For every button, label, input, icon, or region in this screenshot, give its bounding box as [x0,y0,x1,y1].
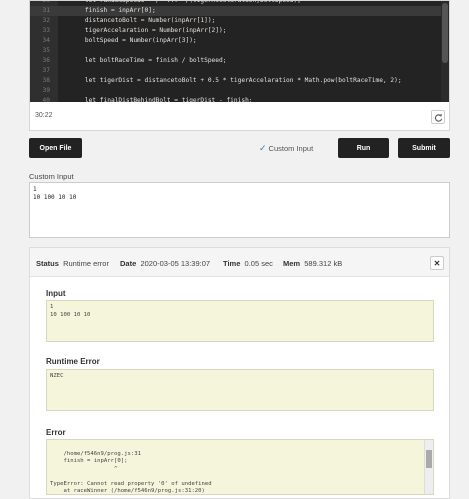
line-number: 39 [42,87,50,94]
custom-input-label: Custom Input [29,172,74,181]
code-text: finish = inpArr[0]; [70,7,156,14]
line-number: 38 [42,77,50,84]
input-output-box: 1 10 100 10 10 [46,300,434,342]
code-text: boltSpeed = Number(inpArr[3]); [70,37,197,44]
date-label: Date [120,259,137,268]
date-value: 2020-03-05 13:39:07 [140,259,211,268]
line-number: 37 [42,67,50,74]
custom-input-toggle-label: Custom Input [268,143,314,153]
code-text: let tigerDist = distancetoBolt + 0.5 * t… [70,77,402,84]
line-number: 33 [42,27,50,34]
code-editor-panel: 30 let randomSpeeds = /* ... */(tigerAcc… [29,0,450,131]
date-meta: Date 2020-03-05 13:39:07 [120,259,210,268]
line-number: 34 [42,37,50,44]
close-icon: ✕ [433,258,441,268]
code-line[interactable]: 33 tigerAccelaration = Number(inpArr[2])… [30,26,449,36]
code-line[interactable]: 37 [30,66,449,76]
status-meta: Status Runtime error [36,259,109,268]
code-line[interactable]: 32 distancetoBolt = Number(inpArr[1]); [30,16,449,26]
error-title: Error [46,428,66,437]
code-line[interactable]: 34 boltSpeed = Number(inpArr[3]); [30,36,449,46]
mem-label: Mem [283,259,301,268]
open-file-button[interactable]: Open File [29,138,82,158]
code-text: distancetoBolt = Number(inpArr[1]); [70,17,216,24]
result-header: Status Runtime error Date 2020-03-05 13:… [30,248,449,277]
runtime-error-box: NZEC [46,369,434,411]
status-label: Status [36,259,59,268]
submit-button[interactable]: Submit [398,138,450,158]
input-title: Input [46,289,66,298]
code-line[interactable]: 39 [30,86,449,96]
code-line[interactable]: 38 let tigerDist = distancetoBolt + 0.5 … [30,76,449,86]
error-box[interactable]: /home/f546n9/prog.js:31 finish = inpArr[… [46,439,434,495]
close-button[interactable]: ✕ [430,256,444,270]
mem-value: 589.312 kB [304,259,343,268]
code-line[interactable]: 36 let boltRaceTime = finish / boltSpeed… [30,56,449,66]
check-icon: ✓ [259,142,267,153]
mem-meta: Mem 589.312 kB [283,259,342,268]
code-editor[interactable]: 30 let randomSpeeds = /* ... */(tigerAcc… [30,1,449,102]
line-number: 31 [42,7,50,14]
error-scrollbar[interactable] [424,440,433,494]
line-number: 36 [42,57,50,64]
time-label: Time [223,259,241,268]
runtime-error-title: Runtime Error [46,357,100,366]
run-button[interactable]: Run [338,138,389,158]
time-meta: Time 0.05 sec [223,259,273,268]
code-text: let boltRaceTime = finish / boltSpeed; [70,57,227,64]
custom-input-textarea[interactable]: 1 10 100 10 10 [29,182,450,238]
time-value: 0.05 sec [244,259,273,268]
refresh-button[interactable] [431,110,445,124]
refresh-icon [434,113,442,122]
line-number: 32 [42,17,50,24]
editor-scrollbar[interactable] [441,1,449,102]
line-number: 35 [42,47,50,54]
result-panel: Status Runtime error Date 2020-03-05 13:… [29,247,450,499]
code-line[interactable]: 35 [30,46,449,56]
cursor-position: 30:22 [35,112,53,119]
error-text: /home/f546n9/prog.js:31 finish = inpArr[… [50,450,212,495]
editor-status-bar: 30:22 [30,102,449,130]
code-text: tigerAccelaration = Number(inpArr[2]); [70,27,227,34]
custom-input-checkbox[interactable]: ✓ Custom Input [259,143,313,153]
status-value: Runtime error [63,259,109,268]
code-line[interactable]: 31 finish = inpArr[0]; [30,6,449,16]
